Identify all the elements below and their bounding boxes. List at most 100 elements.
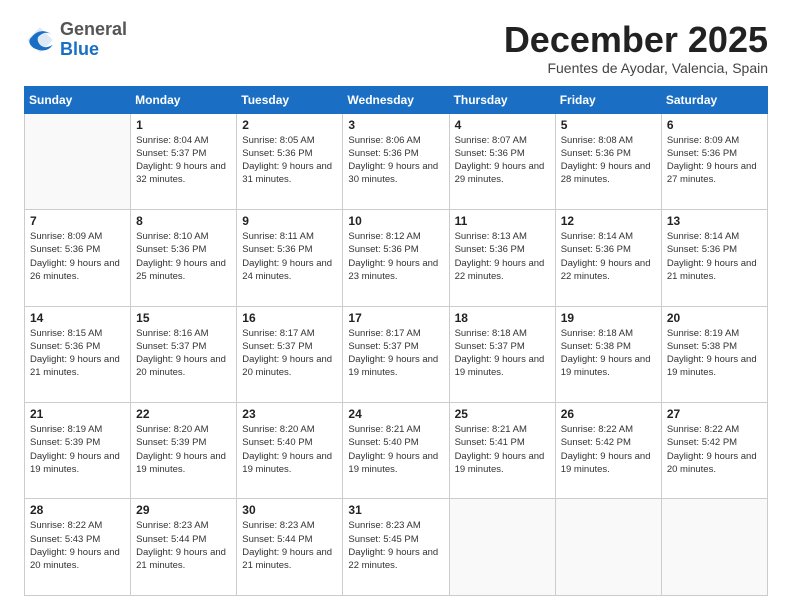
day-number: 17 bbox=[348, 311, 443, 325]
day-cell: 29Sunrise: 8:23 AM Sunset: 5:44 PM Dayli… bbox=[131, 499, 237, 596]
day-number: 21 bbox=[30, 407, 125, 421]
day-info: Sunrise: 8:14 AM Sunset: 5:36 PM Dayligh… bbox=[667, 230, 762, 283]
day-cell: 6 Sunrise: 8:09 AM Sunset: 5:36 PM Daylig… bbox=[661, 113, 767, 209]
day-cell: 17 Sunrise: 8:17 AM Sunset: 5:37 PM Dayli… bbox=[343, 306, 449, 402]
day-cell: 1 Sunrise: 8:04 AM Sunset: 5:37 PM Daylig… bbox=[131, 113, 237, 209]
day-number: 1 bbox=[136, 118, 231, 132]
day-number: 5 bbox=[561, 118, 656, 132]
day-info: Sunrise: 8:09 AM Sunset: 5:36 PM Dayligh… bbox=[667, 134, 762, 187]
week-row-3: 21Sunrise: 8:19 AM Sunset: 5:39 PM Dayli… bbox=[25, 403, 768, 499]
day-number: 23 bbox=[242, 407, 337, 421]
day-cell: 20 Sunrise: 8:19 AM Sunset: 5:38 PM Dayli… bbox=[661, 306, 767, 402]
day-cell: 19 Sunrise: 8:18 AM Sunset: 5:38 PM Dayli… bbox=[555, 306, 661, 402]
header-monday: Monday bbox=[131, 86, 237, 113]
day-number: 16 bbox=[242, 311, 337, 325]
day-info: Sunrise: 8:07 AM Sunset: 5:36 PM Dayligh… bbox=[455, 134, 550, 187]
day-info: Sunrise: 8:18 AM Sunset: 5:37 PM Dayligh… bbox=[455, 327, 550, 380]
day-info: Sunrise: 8:20 AM Sunset: 5:40 PM Dayligh… bbox=[242, 423, 337, 476]
day-cell: 18 Sunrise: 8:18 AM Sunset: 5:37 PM Dayli… bbox=[449, 306, 555, 402]
logo-blue: Blue bbox=[60, 39, 99, 59]
day-info: Sunrise: 8:12 AM Sunset: 5:36 PM Dayligh… bbox=[348, 230, 443, 283]
day-number: 30 bbox=[242, 503, 337, 517]
day-number: 4 bbox=[455, 118, 550, 132]
day-info: Sunrise: 8:19 AM Sunset: 5:38 PM Dayligh… bbox=[667, 327, 762, 380]
header-tuesday: Tuesday bbox=[237, 86, 343, 113]
day-cell bbox=[555, 499, 661, 596]
day-number: 20 bbox=[667, 311, 762, 325]
day-number: 29 bbox=[136, 503, 231, 517]
day-cell: 8Sunrise: 8:10 AM Sunset: 5:36 PM Daylig… bbox=[131, 210, 237, 306]
day-number: 6 bbox=[667, 118, 762, 132]
day-info: Sunrise: 8:18 AM Sunset: 5:38 PM Dayligh… bbox=[561, 327, 656, 380]
day-cell: 27 Sunrise: 8:22 AM Sunset: 5:42 PM Dayli… bbox=[661, 403, 767, 499]
day-number: 9 bbox=[242, 214, 337, 228]
logo: General Blue bbox=[24, 20, 127, 60]
day-number: 14 bbox=[30, 311, 125, 325]
day-info: Sunrise: 8:14 AM Sunset: 5:36 PM Dayligh… bbox=[561, 230, 656, 283]
day-number: 19 bbox=[561, 311, 656, 325]
day-number: 28 bbox=[30, 503, 125, 517]
day-number: 13 bbox=[667, 214, 762, 228]
header-thursday: Thursday bbox=[449, 86, 555, 113]
day-number: 12 bbox=[561, 214, 656, 228]
header-friday: Friday bbox=[555, 86, 661, 113]
day-info: Sunrise: 8:22 AM Sunset: 5:42 PM Dayligh… bbox=[667, 423, 762, 476]
page: General Blue December 2025 Fuentes de Ay… bbox=[0, 0, 792, 612]
day-cell: 22Sunrise: 8:20 AM Sunset: 5:39 PM Dayli… bbox=[131, 403, 237, 499]
day-number: 7 bbox=[30, 214, 125, 228]
day-number: 25 bbox=[455, 407, 550, 421]
day-info: Sunrise: 8:15 AM Sunset: 5:36 PM Dayligh… bbox=[30, 327, 125, 380]
day-info: Sunrise: 8:04 AM Sunset: 5:37 PM Dayligh… bbox=[136, 134, 231, 187]
day-number: 31 bbox=[348, 503, 443, 517]
day-info: Sunrise: 8:17 AM Sunset: 5:37 PM Dayligh… bbox=[242, 327, 337, 380]
day-cell: 25 Sunrise: 8:21 AM Sunset: 5:41 PM Dayli… bbox=[449, 403, 555, 499]
day-info: Sunrise: 8:13 AM Sunset: 5:36 PM Dayligh… bbox=[455, 230, 550, 283]
day-number: 11 bbox=[455, 214, 550, 228]
day-number: 27 bbox=[667, 407, 762, 421]
header-wednesday: Wednesday bbox=[343, 86, 449, 113]
day-info: Sunrise: 8:22 AM Sunset: 5:42 PM Dayligh… bbox=[561, 423, 656, 476]
subtitle: Fuentes de Ayodar, Valencia, Spain bbox=[504, 60, 768, 76]
day-cell: 16 Sunrise: 8:17 AM Sunset: 5:37 PM Dayli… bbox=[237, 306, 343, 402]
day-info: Sunrise: 8:23 AM Sunset: 5:44 PM Dayligh… bbox=[242, 519, 337, 572]
day-number: 3 bbox=[348, 118, 443, 132]
day-cell bbox=[449, 499, 555, 596]
day-cell: 15Sunrise: 8:16 AM Sunset: 5:37 PM Dayli… bbox=[131, 306, 237, 402]
week-row-4: 28 Sunrise: 8:22 AM Sunset: 5:43 PM Dayli… bbox=[25, 499, 768, 596]
day-cell: 26Sunrise: 8:22 AM Sunset: 5:42 PM Dayli… bbox=[555, 403, 661, 499]
week-row-2: 14 Sunrise: 8:15 AM Sunset: 5:36 PM Dayli… bbox=[25, 306, 768, 402]
logo-text: General Blue bbox=[60, 20, 127, 60]
day-info: Sunrise: 8:06 AM Sunset: 5:36 PM Dayligh… bbox=[348, 134, 443, 187]
day-number: 8 bbox=[136, 214, 231, 228]
day-cell: 10 Sunrise: 8:12 AM Sunset: 5:36 PM Dayli… bbox=[343, 210, 449, 306]
day-number: 22 bbox=[136, 407, 231, 421]
day-cell: 23 Sunrise: 8:20 AM Sunset: 5:40 PM Dayli… bbox=[237, 403, 343, 499]
week-row-1: 7 Sunrise: 8:09 AM Sunset: 5:36 PM Daylig… bbox=[25, 210, 768, 306]
day-cell: 30 Sunrise: 8:23 AM Sunset: 5:44 PM Dayli… bbox=[237, 499, 343, 596]
day-info: Sunrise: 8:21 AM Sunset: 5:40 PM Dayligh… bbox=[348, 423, 443, 476]
day-info: Sunrise: 8:22 AM Sunset: 5:43 PM Dayligh… bbox=[30, 519, 125, 572]
day-cell: 24Sunrise: 8:21 AM Sunset: 5:40 PM Dayli… bbox=[343, 403, 449, 499]
day-number: 18 bbox=[455, 311, 550, 325]
weekday-header-row: Sunday Monday Tuesday Wednesday Thursday… bbox=[25, 86, 768, 113]
day-cell: 11 Sunrise: 8:13 AM Sunset: 5:36 PM Dayli… bbox=[449, 210, 555, 306]
day-cell: 5 Sunrise: 8:08 AM Sunset: 5:36 PM Daylig… bbox=[555, 113, 661, 209]
day-number: 2 bbox=[242, 118, 337, 132]
day-info: Sunrise: 8:11 AM Sunset: 5:36 PM Dayligh… bbox=[242, 230, 337, 283]
day-cell bbox=[661, 499, 767, 596]
day-number: 10 bbox=[348, 214, 443, 228]
day-info: Sunrise: 8:05 AM Sunset: 5:36 PM Dayligh… bbox=[242, 134, 337, 187]
day-info: Sunrise: 8:21 AM Sunset: 5:41 PM Dayligh… bbox=[455, 423, 550, 476]
day-info: Sunrise: 8:17 AM Sunset: 5:37 PM Dayligh… bbox=[348, 327, 443, 380]
day-cell: 9 Sunrise: 8:11 AM Sunset: 5:36 PM Daylig… bbox=[237, 210, 343, 306]
header-saturday: Saturday bbox=[661, 86, 767, 113]
logo-general: General bbox=[60, 19, 127, 39]
day-number: 15 bbox=[136, 311, 231, 325]
header: General Blue December 2025 Fuentes de Ay… bbox=[24, 20, 768, 76]
title-block: December 2025 Fuentes de Ayodar, Valenci… bbox=[504, 20, 768, 76]
day-cell: 21Sunrise: 8:19 AM Sunset: 5:39 PM Dayli… bbox=[25, 403, 131, 499]
day-cell: 4 Sunrise: 8:07 AM Sunset: 5:36 PM Daylig… bbox=[449, 113, 555, 209]
day-cell: 2 Sunrise: 8:05 AM Sunset: 5:36 PM Daylig… bbox=[237, 113, 343, 209]
day-info: Sunrise: 8:08 AM Sunset: 5:36 PM Dayligh… bbox=[561, 134, 656, 187]
day-info: Sunrise: 8:09 AM Sunset: 5:36 PM Dayligh… bbox=[30, 230, 125, 283]
